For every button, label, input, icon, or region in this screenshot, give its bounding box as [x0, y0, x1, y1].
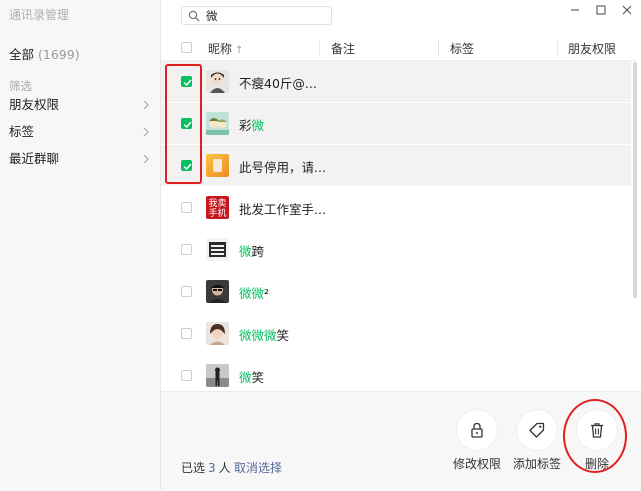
tag-icon: [529, 422, 545, 438]
scrollbar[interactable]: [633, 62, 637, 298]
column-header-friend-permissions[interactable]: 朋友权限: [568, 40, 616, 57]
chevron-right-icon: [143, 101, 149, 109]
annotation-highlight-delete: [563, 399, 627, 473]
table-header: 昵称 ↑ 备注 标签 朋友权限: [161, 36, 637, 61]
maximize-icon[interactable]: [594, 3, 608, 17]
sidebar: 通讯录管理 全部 (1699) 筛选 朋友权限 标签 最近群聊: [0, 0, 161, 490]
sidebar-all-label: 全部: [9, 47, 35, 62]
selection-count: 已选 3 人: [181, 461, 231, 475]
avatar: 我卖 手机: [206, 196, 229, 219]
annotation-highlight-checkboxes: [165, 64, 202, 184]
chevron-right-icon: [143, 155, 149, 163]
contact-nickname: 此号停用，请...: [239, 160, 326, 175]
column-header-nickname[interactable]: 昵称 ↑: [208, 40, 243, 57]
row-checkbox[interactable]: [181, 328, 192, 339]
contact-nickname: 不瘦40斤@...: [239, 76, 317, 91]
table-row[interactable]: 微跨: [161, 229, 631, 270]
contact-nickname: 微跨: [239, 244, 265, 259]
sidebar-title: 通讯录管理: [9, 8, 70, 22]
contact-nickname: 微微微笑: [239, 328, 290, 343]
minimize-icon[interactable]: [568, 3, 582, 17]
column-header-remark[interactable]: 备注: [331, 40, 355, 57]
column-header-tags[interactable]: 标签: [450, 40, 474, 57]
table-row[interactable]: 微笑: [161, 355, 631, 396]
sidebar-item-label: 朋友权限: [9, 97, 60, 112]
avatar: [206, 238, 229, 261]
search-icon: [188, 10, 200, 22]
cancel-selection-link[interactable]: 取消选择: [234, 459, 282, 476]
sidebar-item-label: 最近群聊: [9, 151, 60, 166]
column-divider[interactable]: [557, 41, 558, 55]
avatar: [206, 112, 229, 135]
contact-nickname: 微笑: [239, 370, 265, 385]
contact-nickname: 微微²: [239, 286, 270, 301]
table-row[interactable]: 不瘦40斤@...: [161, 61, 631, 102]
avatar: [206, 154, 229, 177]
sidebar-all-count: (1699): [38, 47, 80, 62]
table-row[interactable]: 微微微笑: [161, 313, 631, 354]
table-row[interactable]: 此号停用，请...: [161, 145, 631, 186]
sidebar-item-recent-groups[interactable]: 最近群聊: [0, 146, 160, 172]
avatar: [206, 70, 229, 93]
svg-text:我卖: 我卖: [208, 198, 226, 209]
action-circle: [517, 410, 557, 450]
select-all-checkbox[interactable]: [181, 42, 192, 53]
avatar: [206, 322, 229, 345]
table-row[interactable]: 微微²: [161, 271, 631, 312]
chevron-right-icon: [143, 128, 149, 136]
search-input[interactable]: 微: [181, 6, 332, 25]
sidebar-item-tags[interactable]: 标签: [0, 119, 160, 145]
sort-ascending-icon: ↑: [235, 45, 244, 56]
contact-nickname: 批发工作室手...: [239, 202, 326, 217]
action-circle: [457, 410, 497, 450]
sidebar-item-all[interactable]: 全部 (1699): [9, 44, 80, 63]
sidebar-item-friend-permissions[interactable]: 朋友权限: [0, 92, 160, 118]
column-header-label: 昵称: [208, 42, 233, 56]
column-divider[interactable]: [438, 41, 439, 55]
column-divider[interactable]: [319, 41, 320, 55]
svg-text:手机: 手机: [208, 207, 226, 219]
lock-icon: [471, 422, 483, 438]
avatar: [206, 364, 229, 387]
row-checkbox[interactable]: [181, 244, 192, 255]
search-value: 微: [206, 9, 218, 23]
avatar: [206, 280, 229, 303]
sidebar-item-label: 标签: [9, 124, 35, 139]
row-checkbox[interactable]: [181, 370, 192, 381]
table-row[interactable]: 我卖 手机 批发工作室手...: [161, 187, 631, 228]
close-icon[interactable]: [620, 3, 634, 17]
row-checkbox[interactable]: [181, 202, 192, 213]
contact-nickname: 彩微: [239, 118, 265, 133]
table-row[interactable]: 彩微: [161, 103, 631, 144]
row-checkbox[interactable]: [181, 286, 192, 297]
